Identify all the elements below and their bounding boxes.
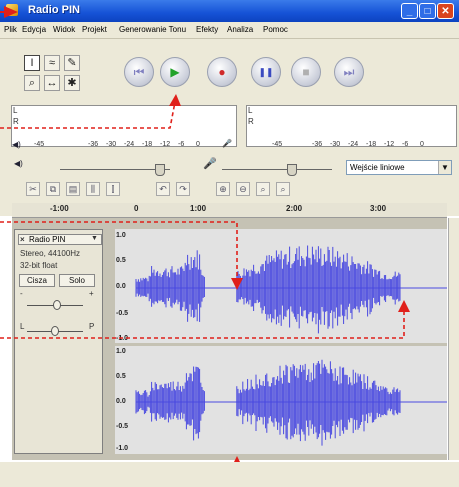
waveform-right <box>135 359 447 446</box>
title-arrowhead <box>4 6 18 18</box>
play-arrowhead <box>169 94 181 106</box>
annotation-start-line <box>0 221 238 280</box>
waveform-left <box>135 245 447 334</box>
status-bar <box>0 462 459 487</box>
end-arrowhead <box>398 300 410 312</box>
vertical-scrollbar[interactable] <box>448 218 459 460</box>
waveform-overlay <box>0 6 447 470</box>
annotation-play-line <box>0 101 176 129</box>
